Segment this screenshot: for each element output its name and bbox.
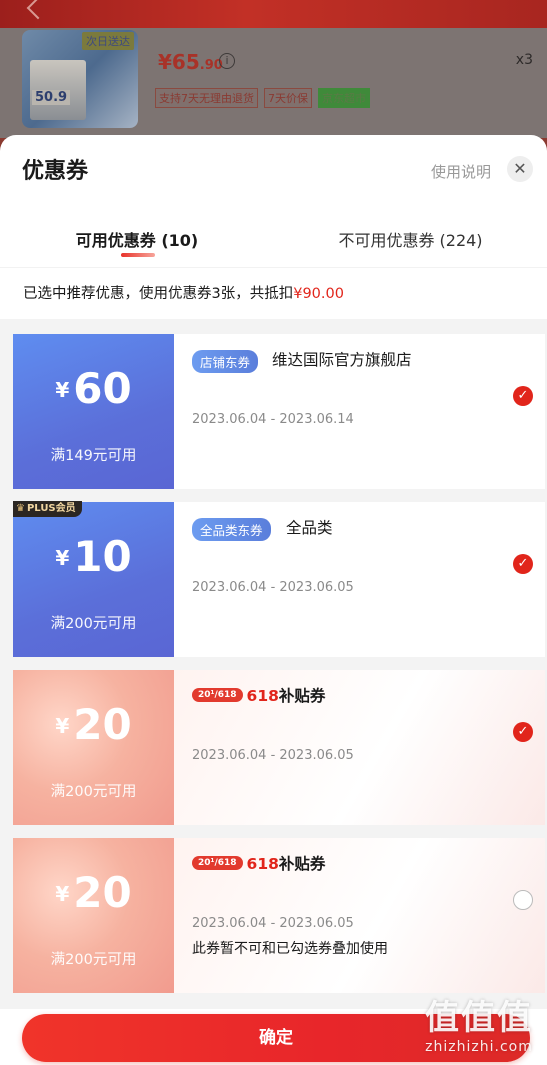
price-integer: ¥65 bbox=[158, 50, 200, 74]
product-price: ¥65.90 bbox=[158, 50, 223, 74]
product-image: 次日送达 50.9 bbox=[22, 30, 138, 128]
coupon-amount: ¥20 bbox=[13, 700, 174, 749]
tag-return: 支持7天无理由退货 bbox=[155, 88, 258, 108]
coupon-date: 2023.06.04 - 2023.06.05 bbox=[192, 580, 354, 595]
coupon-note: 此券暂不可和已勾选券叠加使用 bbox=[192, 941, 388, 957]
checked-icon[interactable]: ✓ bbox=[513, 722, 533, 742]
back-arrow-icon[interactable] bbox=[26, 0, 50, 20]
tab-indicator bbox=[121, 253, 155, 257]
coupon-name: 全品类 bbox=[286, 519, 333, 537]
amount-value: 20 bbox=[73, 868, 132, 917]
title-red: 618 bbox=[246, 855, 279, 873]
checked-icon[interactable]: ✓ bbox=[513, 554, 533, 574]
coupon-card[interactable]: ¥20 满200元可用 20¹/618 618补贴券 2023.06.04 - … bbox=[13, 670, 545, 825]
crown-icon: ♛ bbox=[16, 503, 25, 514]
coupon-value-panel: ¥10 满200元可用 bbox=[13, 502, 174, 657]
top-bar bbox=[0, 0, 547, 28]
summary-amount: ¥90.00 bbox=[293, 286, 344, 302]
coupon-card[interactable]: ¥10 满200元可用 全品类东券 全品类 2023.06.04 - 2023.… bbox=[13, 502, 545, 657]
quantity: x3 bbox=[515, 52, 533, 68]
coupon-amount: ¥10 bbox=[13, 532, 174, 581]
coupon-badge: 全品类东券 bbox=[192, 518, 271, 541]
tag-price-protect: 7天价保 bbox=[264, 88, 312, 108]
coupon-amount: ¥60 bbox=[13, 364, 174, 413]
thumb-tag: 次日送达 bbox=[82, 32, 134, 50]
usage-instructions-link[interactable]: 使用说明 bbox=[431, 161, 491, 182]
coupon-condition: 满200元可用 bbox=[50, 952, 137, 968]
coupon-date: 2023.06.04 - 2023.06.05 bbox=[192, 916, 354, 931]
sheet-title: 优惠券 bbox=[22, 159, 89, 184]
unchecked-radio-icon[interactable] bbox=[513, 890, 533, 910]
coupon-condition: 满200元可用 bbox=[50, 616, 137, 632]
thumb-number: 50.9 bbox=[32, 90, 71, 105]
coupon-name: 维达国际官方旗舰店 bbox=[272, 351, 412, 369]
coupon-value-panel: ¥20 满200元可用 bbox=[13, 670, 174, 825]
summary-text: 已选中推荐优惠，使用优惠券3张，共抵扣 bbox=[23, 286, 294, 302]
title-red: 618 bbox=[246, 687, 279, 705]
info-icon[interactable]: i bbox=[219, 53, 235, 69]
coupon-condition: 满149元可用 bbox=[50, 448, 137, 464]
coupon-amount: ¥20 bbox=[13, 868, 174, 917]
selection-summary: 已选中推荐优惠，使用优惠券3张，共抵扣¥90.00 bbox=[0, 267, 547, 319]
coupon-date: 2023.06.04 - 2023.06.14 bbox=[192, 412, 354, 427]
coupon-value-panel: ¥60 满149元可用 bbox=[13, 334, 174, 489]
plus-member-badge: ♛ PLUS会员 bbox=[13, 501, 82, 517]
subsidy-label: 618补贴券 bbox=[247, 852, 326, 874]
618-pill: 20¹/618 bbox=[192, 688, 243, 702]
coupon-detail: 20¹/618 618补贴券 2023.06.04 - 2023.06.05 ✓ bbox=[174, 670, 545, 825]
coupon-badge: 店铺东券 bbox=[192, 350, 259, 373]
watermark: 值值值 zhizhizhi.com bbox=[425, 990, 533, 1055]
watermark-url: zhizhizhi.com bbox=[425, 1039, 533, 1055]
subsidy-label: 618补贴券 bbox=[247, 684, 326, 706]
618-pill: 20¹/618 bbox=[192, 856, 243, 870]
coupon-sheet: 优惠券 使用说明 ✕ 可用优惠券 (10) 不可用优惠券 (224) 已选中推荐… bbox=[0, 135, 547, 1065]
subsidy-title: 20¹/618 618补贴券 bbox=[192, 684, 325, 706]
checked-icon[interactable]: ✓ bbox=[513, 386, 533, 406]
tag-supermarket: 京东超市 bbox=[318, 88, 370, 108]
title-rest: 补贴券 bbox=[278, 687, 326, 705]
tab-unavailable[interactable]: 不可用优惠券 (224) bbox=[274, 227, 547, 251]
currency-symbol: ¥ bbox=[55, 882, 70, 906]
watermark-logo: 值值值 bbox=[425, 998, 533, 1038]
amount-value: 20 bbox=[73, 700, 132, 749]
subsidy-title: 20¹/618 618补贴券 bbox=[192, 852, 325, 874]
currency-symbol: ¥ bbox=[55, 714, 70, 738]
coupon-value-panel: ¥20 满200元可用 bbox=[13, 838, 174, 993]
coupon-detail: 店铺东券 维达国际官方旗舰店 2023.06.04 - 2023.06.14 ✓ bbox=[174, 334, 545, 489]
coupon-condition: 满200元可用 bbox=[50, 784, 137, 800]
product-tags: 支持7天无理由退货 7天价保 京东超市 bbox=[155, 88, 370, 108]
currency-symbol: ¥ bbox=[55, 378, 70, 402]
amount-value: 10 bbox=[73, 532, 132, 581]
coupon-detail: 全品类东券 全品类 2023.06.04 - 2023.06.05 ✓ bbox=[174, 502, 545, 657]
coupon-card[interactable]: ¥60 满149元可用 店铺东券 维达国际官方旗舰店 2023.06.04 - … bbox=[13, 334, 545, 489]
amount-value: 60 bbox=[73, 364, 132, 413]
plus-label: PLUS会员 bbox=[26, 503, 76, 514]
coupon-card[interactable]: ¥20 满200元可用 20¹/618 618补贴券 2023.06.04 - … bbox=[13, 838, 545, 993]
coupon-tabs: 可用优惠券 (10) 不可用优惠券 (224) bbox=[0, 217, 547, 267]
coupon-date: 2023.06.04 - 2023.06.05 bbox=[192, 748, 354, 763]
coupon-detail: 20¹/618 618补贴券 2023.06.04 - 2023.06.05 此… bbox=[174, 838, 545, 993]
tab-available[interactable]: 可用优惠券 (10) bbox=[0, 227, 274, 251]
currency-symbol: ¥ bbox=[55, 546, 70, 570]
title-rest: 补贴券 bbox=[278, 855, 326, 873]
product-row: 次日送达 50.9 ¥65.90 i 支持7天无理由退货 7天价保 京东超市 x… bbox=[0, 28, 547, 138]
close-icon[interactable]: ✕ bbox=[507, 156, 533, 182]
